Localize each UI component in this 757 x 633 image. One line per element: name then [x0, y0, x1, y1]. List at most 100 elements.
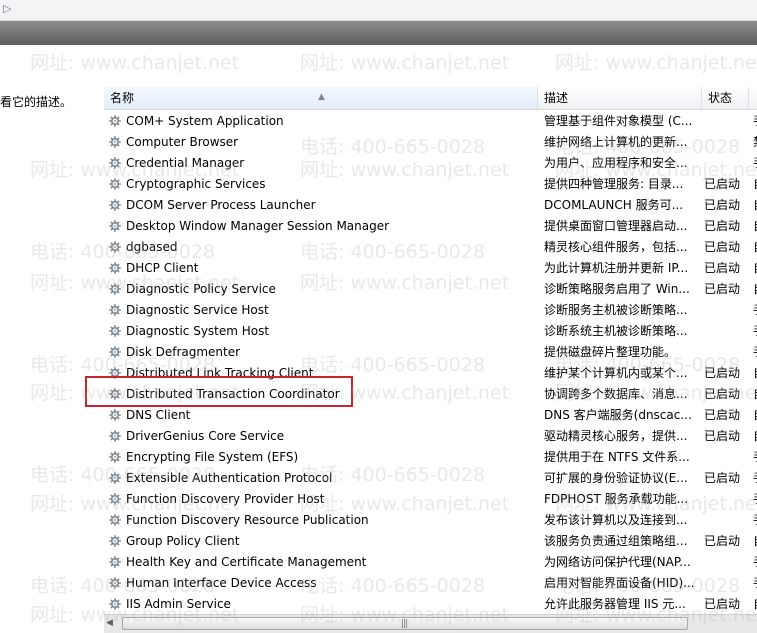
- toolbar: ▷: [0, 0, 757, 21]
- column-header-description[interactable]: 描述: [538, 87, 702, 109]
- service-row[interactable]: Group Policy Client 该服务负责通过组策略组... 已启动自: [104, 531, 757, 552]
- service-name-cell: Diagnostic Service Host: [104, 300, 538, 321]
- service-name-cell: Diagnostic Policy Service: [104, 279, 538, 300]
- service-row[interactable]: Diagnostic Service Host 诊断服务主机被诊断策略... 手: [104, 300, 757, 321]
- gear-icon: [108, 114, 122, 128]
- service-status: 已启动: [704, 408, 741, 422]
- service-description: 为此计算机注册并更新 IP...: [544, 261, 689, 275]
- service-startup-type: 手: [753, 153, 757, 174]
- service-startup-type: 手: [753, 447, 757, 468]
- gear-icon: [108, 240, 122, 254]
- service-row[interactable]: Extensible Authentication Protocol 可扩展的身份…: [104, 468, 757, 489]
- service-startup-type: 自: [753, 384, 757, 405]
- service-name: DHCP Client: [126, 261, 199, 275]
- service-startup-type: 手: [753, 489, 757, 510]
- service-status: [704, 552, 748, 573]
- service-row[interactable]: Health Key and Certificate Management 为网络…: [104, 552, 757, 573]
- service-row[interactable]: Cryptographic Services 提供四种管理服务: 目录... 已启动…: [104, 174, 757, 195]
- service-row[interactable]: Function Discovery Provider Host FDPHOST …: [104, 489, 757, 510]
- service-name-cell: IIS Admin Service: [104, 594, 538, 615]
- gear-icon: [108, 324, 122, 338]
- forward-icon[interactable]: ▷: [3, 1, 15, 17]
- service-name: IIS Admin Service: [126, 597, 231, 611]
- service-name: Diagnostic Policy Service: [126, 282, 276, 296]
- service-name: Desktop Window Manager Session Manager: [126, 219, 390, 233]
- service-row[interactable]: Diagnostic Policy Service 诊断策略服务启用了 Win..…: [104, 279, 757, 300]
- service-row[interactable]: Disk Defragmenter 提供磁盘碎片整理功能。 手: [104, 342, 757, 363]
- service-status: [704, 510, 748, 531]
- service-startup-type: 自: [753, 174, 757, 195]
- service-status: [704, 111, 748, 132]
- scroll-left-icon[interactable]: ◀: [106, 618, 113, 628]
- service-name: Group Policy Client: [126, 534, 240, 548]
- service-name-cell: Group Policy Client: [104, 531, 538, 552]
- service-description: 启用对智能界面设备(HID)...: [544, 576, 695, 590]
- service-status: 已启动: [704, 261, 741, 275]
- service-status: [704, 321, 748, 342]
- service-description: 该服务负责通过组策略组...: [544, 534, 688, 548]
- service-row[interactable]: Credential Manager 为用户、应用程序和安全... 手: [104, 153, 757, 174]
- service-status: [704, 132, 748, 153]
- highlight-box: [85, 376, 353, 407]
- service-startup-type: 手: [753, 552, 757, 573]
- service-row[interactable]: Function Discovery Resource Publication 发…: [104, 510, 757, 531]
- service-name: COM+ System Application: [126, 114, 284, 128]
- column-header-status[interactable]: 状态: [702, 87, 749, 109]
- service-description: 维护某个计算机内或某个...: [544, 366, 688, 380]
- service-row[interactable]: Encrypting File System (EFS) 提供用于在 NTFS 文…: [104, 447, 757, 468]
- service-description: 发布该计算机以及连接到...: [544, 513, 688, 527]
- service-description: 维护网络上计算机的更新...: [544, 135, 688, 149]
- service-status: [704, 573, 748, 594]
- header-bar: [0, 21, 757, 45]
- service-status: 已启动: [704, 471, 741, 485]
- service-row[interactable]: DNS Client DNS 客户端服务(dnscac... 已启动自: [104, 405, 757, 426]
- gear-icon: [108, 534, 122, 548]
- service-row[interactable]: Desktop Window Manager Session Manager 提供…: [104, 216, 757, 237]
- service-name: Diagnostic System Host: [126, 324, 270, 338]
- service-row[interactable]: DHCP Client 为此计算机注册并更新 IP... 已启动自: [104, 258, 757, 279]
- service-name-cell: dgbased: [104, 237, 538, 258]
- service-row[interactable]: dgbased 精灵核心组件服务，包括... 已启动自: [104, 237, 757, 258]
- service-startup-type: 手: [753, 468, 757, 489]
- service-status: [704, 447, 748, 468]
- gear-icon: [108, 450, 122, 464]
- service-status: 已启动: [704, 534, 741, 548]
- service-description: 为用户、应用程序和安全...: [544, 156, 688, 170]
- column-header-startup[interactable]: [749, 87, 757, 109]
- service-name-cell: Encrypting File System (EFS): [104, 447, 538, 468]
- service-row[interactable]: DriverGenius Core Service 驱动精灵核心服务，提供... 已…: [104, 426, 757, 447]
- gear-icon: [108, 198, 122, 212]
- service-row[interactable]: COM+ System Application 管理基于组件对象模型 (C... 手: [104, 111, 757, 132]
- service-description: 协调跨多个数据库、消息...: [544, 387, 688, 401]
- service-name-cell: DCOM Server Process Launcher: [104, 195, 538, 216]
- service-row[interactable]: DCOM Server Process Launcher DCOMLAUNCH 服…: [104, 195, 757, 216]
- service-name: DCOM Server Process Launcher: [126, 198, 316, 212]
- scrollbar-thumb[interactable]: |||: [122, 617, 688, 630]
- horizontal-scrollbar[interactable]: ◀ |||: [104, 614, 757, 633]
- service-name-cell: COM+ System Application: [104, 111, 538, 132]
- gear-icon: [108, 429, 122, 443]
- services-list-header: 名称 ▲ 描述 状态: [104, 87, 757, 110]
- service-startup-type: 手: [753, 510, 757, 531]
- service-row[interactable]: IIS Admin Service 允许此服务器管理 IIS 元... 已启动自: [104, 594, 757, 615]
- gear-icon: [108, 135, 122, 149]
- gear-icon: [108, 492, 122, 506]
- service-startup-type: 自: [753, 237, 757, 258]
- column-header-name[interactable]: 名称 ▲: [104, 87, 538, 109]
- gear-icon: [108, 597, 122, 611]
- service-description: 诊断策略服务启用了 Win...: [544, 282, 690, 296]
- service-name: Function Discovery Resource Publication: [126, 513, 369, 527]
- service-row[interactable]: Diagnostic System Host 诊断系统主机被诊断策略... 手: [104, 321, 757, 342]
- service-row[interactable]: Computer Browser 维护网络上计算机的更新... 禁: [104, 132, 757, 153]
- service-description: 管理基于组件对象模型 (C...: [544, 114, 693, 128]
- service-description: 提供四种管理服务: 目录...: [544, 177, 684, 191]
- service-row[interactable]: Human Interface Device Access 启用对智能界面设备(H…: [104, 573, 757, 594]
- service-status: [704, 489, 748, 510]
- service-startup-type: 自: [753, 258, 757, 279]
- service-name: Disk Defragmenter: [126, 345, 241, 359]
- grip-icon: |||: [401, 619, 408, 629]
- service-startup-type: 自: [753, 279, 757, 300]
- service-name-cell: Diagnostic System Host: [104, 321, 538, 342]
- service-name-cell: Credential Manager: [104, 153, 538, 174]
- service-description: FDPHOST 服务承载功能...: [544, 492, 689, 506]
